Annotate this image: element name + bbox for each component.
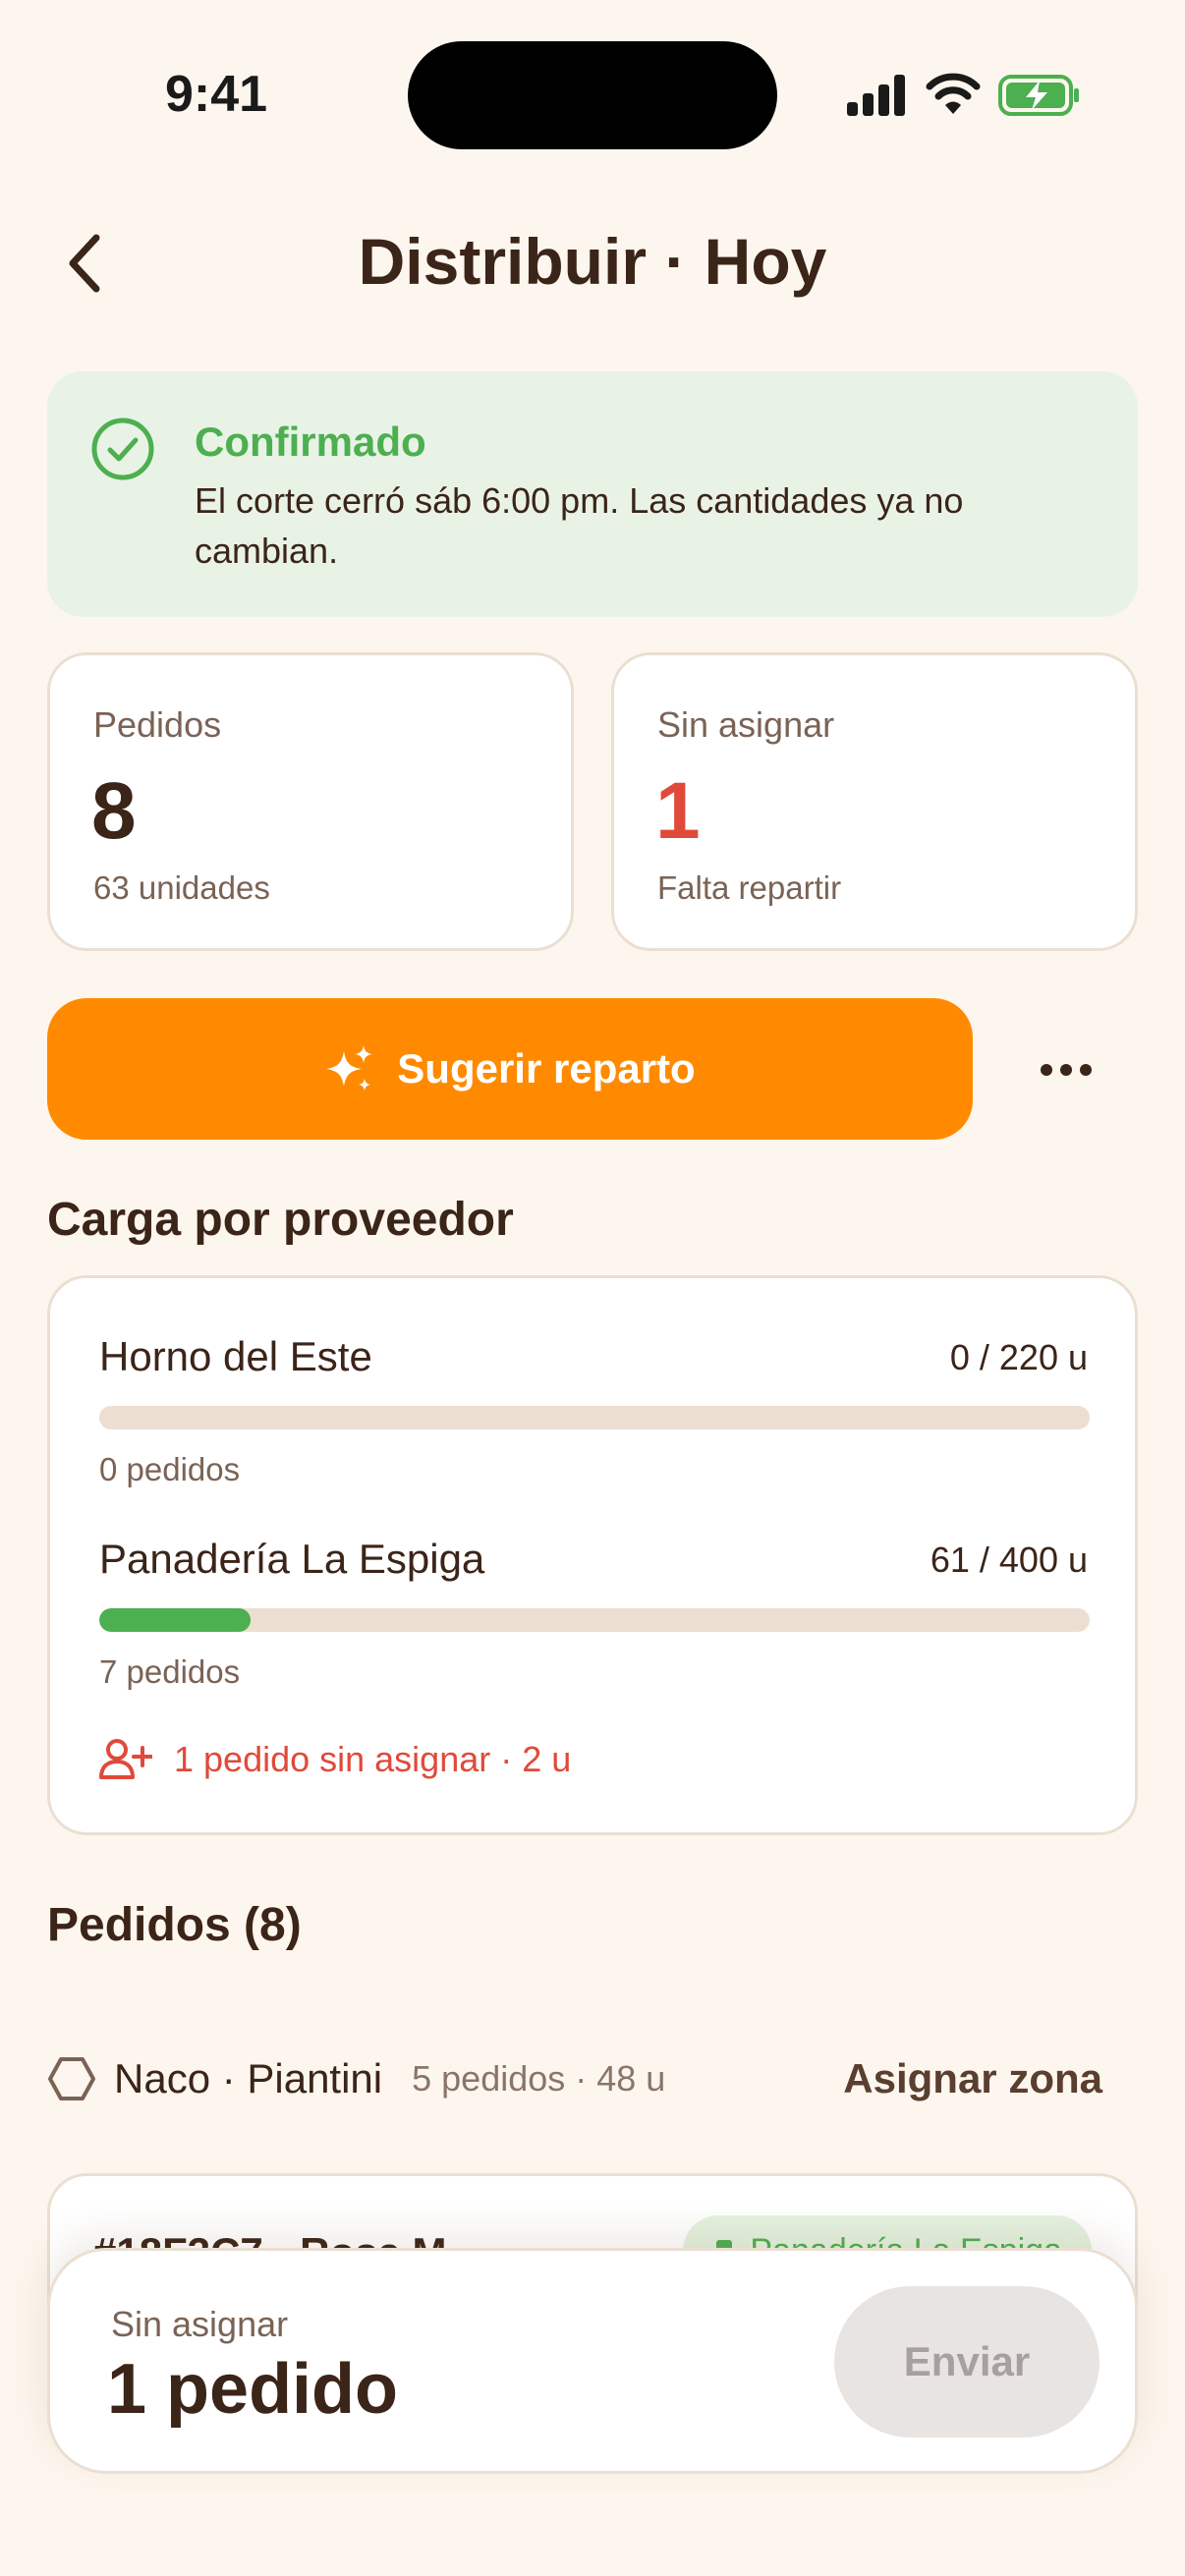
unassigned-stat-card: Sin asignar 1 Falta repartir bbox=[611, 652, 1138, 951]
provider-load-bar bbox=[99, 1608, 1090, 1632]
bottom-summary-bar: Sin asignar 1 pedido Enviar bbox=[47, 2248, 1138, 2474]
banner-title: Confirmado bbox=[195, 419, 426, 465]
suggest-distribution-button[interactable]: Sugerir reparto bbox=[47, 998, 973, 1140]
provider-orders: 7 pedidos bbox=[99, 1653, 241, 1690]
provider-load: 61 / 400 u bbox=[930, 1540, 1088, 1580]
provider-load-bar bbox=[99, 1406, 1090, 1429]
suggest-distribution-label: Sugerir reparto bbox=[397, 1045, 696, 1092]
signal-icon bbox=[847, 75, 905, 116]
orders-stat-label: Pedidos bbox=[93, 704, 222, 745]
sparkles-icon bbox=[326, 1045, 373, 1091]
provider-name: Panadería La Espiga bbox=[99, 1536, 485, 1582]
send-button[interactable]: Enviar bbox=[834, 2286, 1100, 2437]
zone-meta: 5 pedidos · 48 u bbox=[412, 2058, 666, 2099]
wifi-icon bbox=[926, 73, 981, 114]
providers-card: Horno del Este 0 / 220 u 0 pedidos Panad… bbox=[47, 1275, 1138, 1835]
more-options-button[interactable] bbox=[1024, 1028, 1108, 1112]
unassigned-stat-value: 1 bbox=[655, 766, 701, 856]
unassigned-stat-label: Sin asignar bbox=[657, 704, 835, 745]
orders-stat-sub: 63 unidades bbox=[93, 869, 270, 906]
user-plus-icon bbox=[99, 1739, 152, 1779]
assign-zone-button[interactable]: Asignar zona bbox=[843, 2055, 1102, 2102]
unassigned-orders-label: 1 pedido sin asignar · 2 u bbox=[174, 1739, 572, 1779]
providers-section-title: Carga por proveedor bbox=[47, 1194, 514, 1246]
more-horizontal-icon bbox=[1041, 1064, 1092, 1076]
banner-text: El corte cerró sáb 6:00 pm. Las cantidad… bbox=[195, 480, 964, 571]
provider-load-fill bbox=[99, 1608, 251, 1632]
check-circle-icon bbox=[91, 418, 154, 480]
unassigned-stat-sub: Falta repartir bbox=[657, 869, 842, 906]
hexagon-icon bbox=[48, 2057, 95, 2100]
zone-name: Naco · Piantini bbox=[114, 2055, 383, 2101]
orders-section-title: Pedidos (8) bbox=[47, 1899, 302, 1951]
zone-row: Naco · Piantini 5 pedidos · 48 u Asignar… bbox=[47, 2044, 1138, 2114]
status-time: 9:41 bbox=[165, 66, 268, 123]
provider-load: 0 / 220 u bbox=[949, 1337, 1088, 1377]
dynamic-island bbox=[408, 41, 777, 149]
orders-stat-card: Pedidos 8 63 unidades bbox=[47, 652, 574, 951]
provider-name: Horno del Este bbox=[99, 1333, 372, 1379]
battery-charging-icon bbox=[998, 75, 1079, 116]
confirmed-banner: Confirmado El corte cerró sáb 6:00 pm. L… bbox=[47, 371, 1138, 617]
bottom-label: Sin asignar bbox=[111, 2304, 289, 2344]
provider-orders: 0 pedidos bbox=[99, 1451, 241, 1487]
status-bar: 9:41 bbox=[0, 0, 1185, 187]
bottom-value: 1 pedido bbox=[107, 2350, 399, 2429]
page-title: Distribuir · Hoy bbox=[358, 225, 827, 298]
unassigned-orders-link[interactable]: 1 pedido sin asignar · 2 u bbox=[99, 1738, 571, 1781]
orders-stat-value: 8 bbox=[91, 766, 137, 856]
